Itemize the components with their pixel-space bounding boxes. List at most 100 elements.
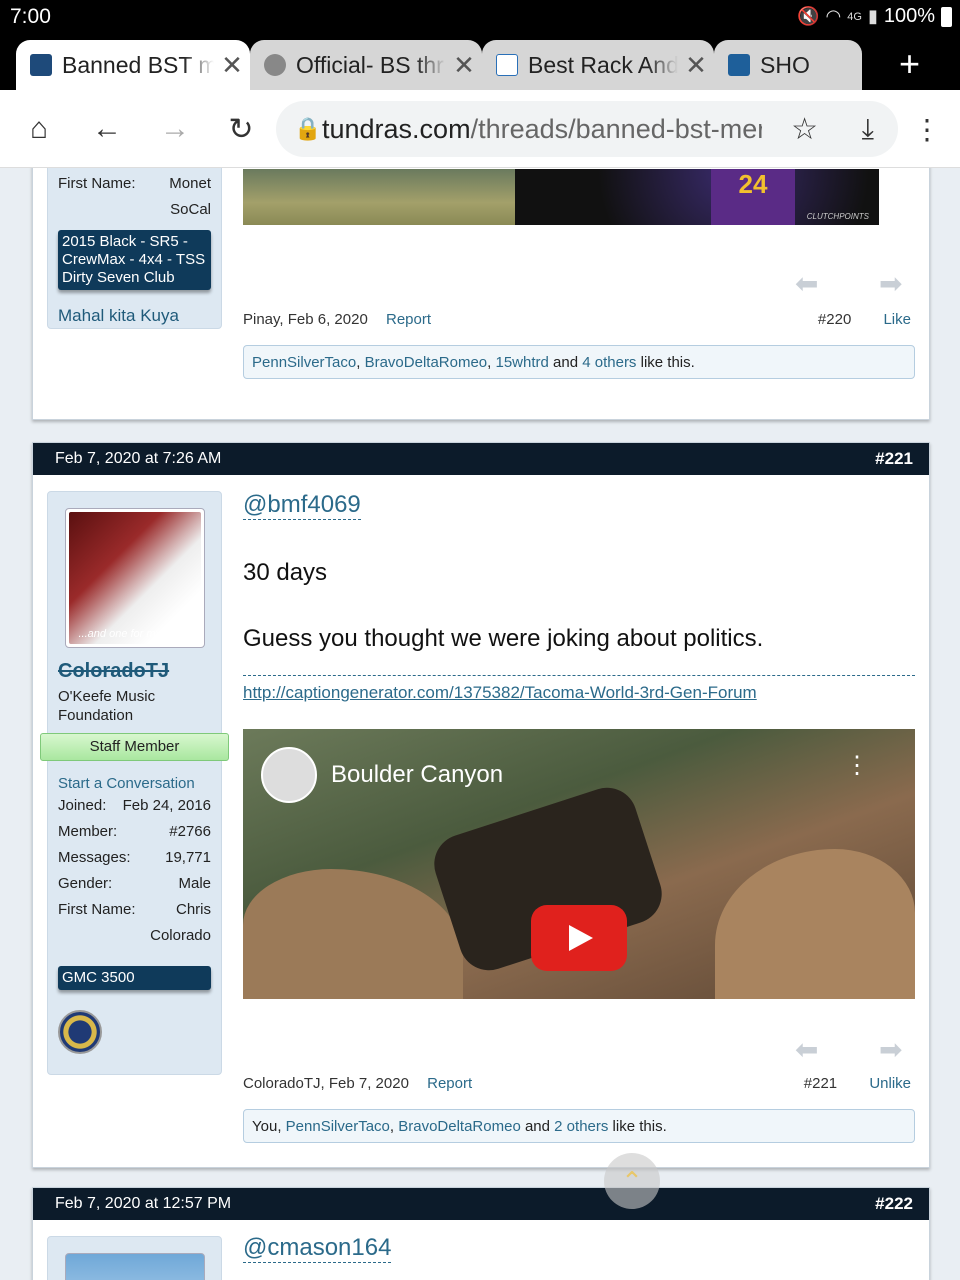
- start-conversation-link[interactable]: Start a Conversation: [58, 775, 221, 792]
- scroll-to-top-icon[interactable]: ⌃: [604, 1153, 660, 1209]
- stat-value: Colorado: [150, 926, 211, 944]
- post-number[interactable]: #220: [818, 311, 851, 328]
- liker-link[interactable]: PennSilverTaco: [252, 354, 356, 371]
- report-link[interactable]: Report: [427, 1075, 472, 1092]
- tab-best-rack[interactable]: Best Rack And ✕: [482, 40, 714, 90]
- stat-label: Gender:: [58, 874, 113, 892]
- unlike-link[interactable]: Unlike: [869, 1075, 911, 1092]
- dia-favicon-icon: [496, 54, 518, 76]
- close-icon[interactable]: ✕: [214, 50, 250, 81]
- tab-official-bs[interactable]: Official- BS thr ✕: [250, 40, 482, 90]
- stat-value: 19,771: [165, 848, 211, 866]
- username[interactable]: ColoradoTJ: [58, 660, 221, 683]
- browser-toolbar: ⌂ ← → ↻ 🔒 tundras.com/threads/banned-bst…: [0, 90, 960, 168]
- user-badge: GMC 3500: [58, 966, 211, 990]
- reload-icon[interactable]: ↻: [218, 106, 264, 152]
- post-meta-right: #221 Unlike: [804, 1075, 911, 1092]
- tab-sho[interactable]: SHO: [714, 40, 862, 90]
- address-bar[interactable]: 🔒 tundras.com/threads/banned-bst-mer ☆ ⤓: [276, 101, 898, 157]
- liker-link[interactable]: 15whtrd: [495, 354, 548, 371]
- post-number[interactable]: #221: [875, 449, 913, 469]
- kebab-menu-icon[interactable]: ⋮: [904, 106, 950, 152]
- staff-member-banner: Staff Member: [40, 733, 229, 761]
- likes-tail: like this.: [612, 1117, 667, 1135]
- post-sidebar: ...and one for my homies ColoradoTJ O'Ke…: [40, 491, 229, 1075]
- likes-others-link[interactable]: 2 others: [554, 1118, 608, 1135]
- post-meta-right: #220 Like: [818, 311, 911, 328]
- stat-row: Joined: Feb 24, 2016: [48, 792, 221, 818]
- post-body: @cmason164: [243, 1234, 915, 1263]
- liker-link[interactable]: PennSilverTaco: [286, 1118, 390, 1135]
- location-row: SoCal: [48, 196, 221, 222]
- liker-link[interactable]: BravoDeltaRomeo: [398, 1118, 521, 1135]
- stat-row: Messages: 19,771: [48, 844, 221, 870]
- likes-others-link[interactable]: 4 others: [582, 354, 636, 371]
- likes-summary: You, PennSilverTaco, BravoDeltaRomeo and…: [243, 1109, 915, 1143]
- youtube-embed[interactable]: Boulder Canyon ⋮: [243, 729, 915, 999]
- mute-icon: 🔇: [797, 6, 820, 26]
- post-221: Feb 7, 2020 at 7:26 AM #221 ...and one f…: [32, 442, 930, 1168]
- video-title[interactable]: Boulder Canyon: [331, 761, 503, 789]
- arrow-left-icon[interactable]: ⬅: [795, 1033, 818, 1066]
- page-content: First Name: Monet SoCal 2015 Black - SR5…: [0, 168, 960, 1280]
- battery-icon: [941, 6, 952, 27]
- arrow-right-icon[interactable]: ➡: [879, 267, 902, 300]
- report-link[interactable]: Report: [386, 311, 431, 328]
- arrow-right-icon[interactable]: ➡: [879, 1033, 902, 1066]
- stat-row: Member: #2766: [48, 818, 221, 844]
- signature-link[interactable]: http://captiongenerator.com/1375382/Taco…: [243, 683, 757, 702]
- stat-row: Gender: Male: [48, 870, 221, 896]
- star-icon[interactable]: ☆: [791, 112, 818, 147]
- arrow-left-icon[interactable]: ⬅: [795, 267, 818, 300]
- arrow-right-icon[interactable]: →: [152, 106, 198, 152]
- download-icon[interactable]: ⤓: [862, 113, 874, 146]
- close-icon[interactable]: ✕: [678, 50, 714, 81]
- status-bar: 7:00 🔇 ◠ 4G ▮ 100%: [0, 0, 960, 34]
- location-value: SoCal: [170, 200, 211, 218]
- stat-value: Chris: [175, 900, 211, 918]
- avatar[interactable]: [64, 1253, 205, 1280]
- tab-title: Official- BS thr: [296, 51, 444, 78]
- tab-title: SHO: [760, 51, 810, 78]
- post-date: Feb 7, 2020 at 12:57 PM: [55, 1195, 232, 1212]
- play-icon[interactable]: [531, 905, 627, 971]
- stat-value: Monet: [169, 174, 211, 192]
- stat-value: Male: [178, 874, 211, 892]
- post-author-date[interactable]: ColoradoTJ, Feb 7, 2020: [243, 1075, 409, 1092]
- post-number[interactable]: #222: [875, 1194, 913, 1214]
- close-icon[interactable]: ✕: [446, 50, 482, 81]
- channel-avatar-icon[interactable]: [261, 747, 317, 803]
- stat-value: Feb 24, 2016: [122, 796, 211, 814]
- likes-tail: like this.: [640, 353, 695, 371]
- arrow-left-icon[interactable]: ←: [84, 106, 130, 152]
- avatar[interactable]: ...and one for my homies: [64, 508, 205, 648]
- post-image[interactable]: 24 CLUTCHPOINTS: [243, 169, 879, 225]
- stat-label: Messages:: [58, 848, 131, 866]
- home-icon[interactable]: ⌂: [16, 106, 62, 152]
- site-favicon-icon: [728, 54, 750, 76]
- user-title: O'Keefe Music Foundation: [58, 688, 156, 724]
- url-text[interactable]: tundras.com/threads/banned-bst-mer: [322, 114, 762, 145]
- post-222: Feb 7, 2020 at 12:57 PM #222 @cmason164: [32, 1187, 930, 1280]
- post-author-date[interactable]: Pinay, Feb 6, 2020: [243, 311, 368, 328]
- video-scene: [715, 849, 915, 999]
- likes-summary: PennSilverTaco, BravoDeltaRomeo, 15whtrd…: [243, 345, 915, 379]
- user-mention-link[interactable]: @cmason164: [243, 1234, 392, 1263]
- tab-banned-bst[interactable]: Banned BST m ✕: [16, 40, 250, 90]
- post-meta: ColoradoTJ, Feb 7, 2020 Report: [243, 1075, 472, 1092]
- new-tab-icon[interactable]: +: [899, 44, 920, 84]
- stat-value: #2766: [169, 822, 211, 840]
- first-name-row: First Name: Monet: [48, 170, 221, 196]
- field-photo: [243, 169, 515, 225]
- user-mention-link[interactable]: @bmf4069: [243, 491, 361, 520]
- kebab-menu-icon[interactable]: ⋮: [845, 754, 869, 778]
- user-signature: Mahal kita Kuya: [58, 306, 179, 325]
- liker-link[interactable]: BravoDeltaRomeo: [365, 354, 488, 371]
- post-meta: Pinay, Feb 6, 2020 Report: [243, 311, 431, 328]
- stat-row: Colorado: [48, 922, 221, 948]
- tab-title: Banned BST m: [62, 51, 214, 78]
- like-link[interactable]: Like: [883, 311, 911, 328]
- post-number[interactable]: #221: [804, 1075, 837, 1092]
- stat-label: Joined:: [58, 796, 107, 814]
- user-badge: 2015 Black - SR5 - CrewMax - 4x4 - TSS D…: [58, 230, 211, 290]
